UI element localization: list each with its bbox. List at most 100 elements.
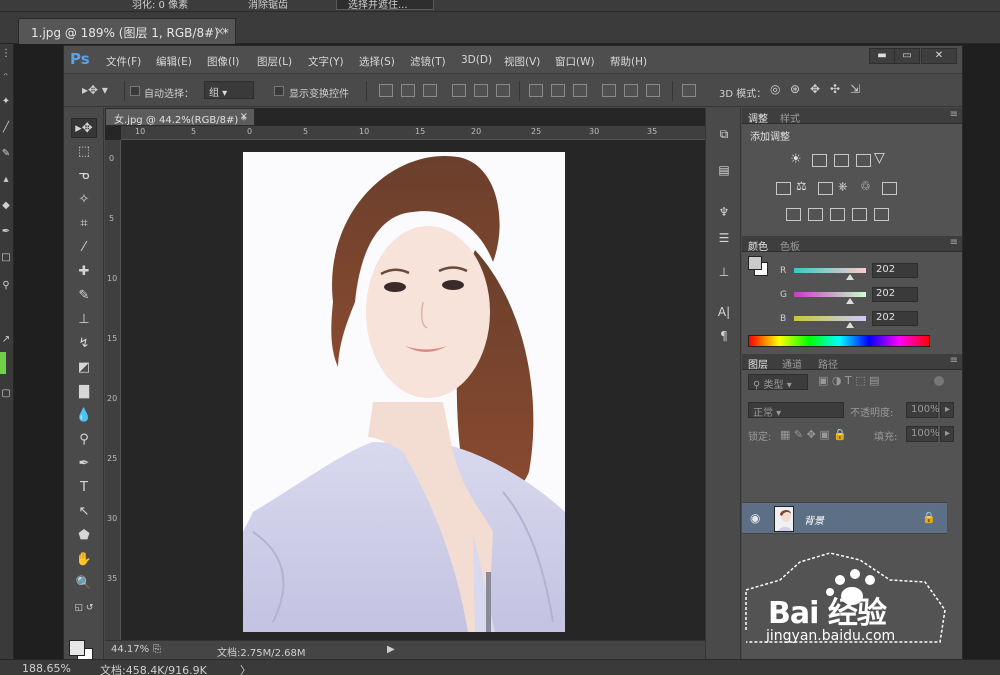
opacity-input[interactable]: 100% [906, 402, 940, 418]
crop-tool-icon[interactable]: ╱ [0, 122, 12, 133]
quick-mask-icon[interactable]: ▢ [0, 388, 12, 399]
marquee-tool-icon[interactable]: ⬚ [71, 142, 97, 162]
maximize-button[interactable]: ▭ [894, 48, 920, 64]
status-menu-arrow-icon[interactable]: ▶ [387, 644, 395, 655]
shape-tool-icon[interactable]: ⬟ [71, 526, 97, 546]
minimize-button[interactable]: ▬ [869, 48, 895, 64]
blur-tool-icon[interactable]: 💧 [71, 406, 97, 426]
align-bottom-icon[interactable] [423, 84, 437, 97]
3d-pan-icon[interactable]: ✥ [810, 82, 820, 96]
menu-edit[interactable]: 编辑(E) [156, 54, 192, 69]
layer-name[interactable]: 背景 [804, 512, 824, 527]
stamp-tool-icon[interactable]: ▴ [0, 174, 12, 185]
zoom-tool-icon[interactable]: ⚲ [0, 280, 12, 291]
selective-color-icon[interactable] [874, 208, 889, 221]
swap-colors-icon[interactable]: ↗ [0, 334, 12, 345]
healing-brush-icon[interactable]: ✚ [71, 262, 97, 282]
black-white-icon[interactable] [818, 182, 833, 195]
red-slider[interactable] [794, 268, 866, 273]
hand-tool-icon[interactable]: ✋ [71, 550, 97, 570]
hue-saturation-icon[interactable] [776, 182, 791, 195]
show-transform-checkbox[interactable] [274, 86, 284, 96]
3d-roll-icon[interactable]: ⊛ [790, 82, 800, 96]
blue-slider-knob[interactable] [846, 322, 854, 328]
layer-filter-icons[interactable]: ▣ ◑ T ⬚ ▤ [818, 374, 879, 387]
menu-window[interactable]: 窗口(W) [555, 54, 595, 69]
brush-tool-icon[interactable]: ✎ [0, 148, 12, 159]
zoom-tool-icon[interactable]: 🔍 [71, 574, 97, 594]
filter-toggle-icon[interactable] [934, 376, 944, 386]
lasso-tool-icon[interactable]: ᓀ [71, 166, 97, 186]
foreground-color-swatch[interactable] [69, 640, 85, 656]
eraser-tool-icon[interactable]: ◆ [0, 200, 12, 211]
actions-panel-icon[interactable]: ▤ [714, 160, 734, 180]
3d-orbit-icon[interactable]: ◎ [770, 82, 780, 96]
path-select-tool-icon[interactable]: ↖ [71, 502, 97, 522]
curves-icon[interactable] [834, 154, 849, 167]
menu-3d[interactable]: 3D(D) [461, 54, 492, 66]
color-balance-icon[interactable]: ⚖ [796, 179, 807, 193]
align-hcenter-icon[interactable] [474, 84, 488, 97]
lasso-tool-icon[interactable]: ᵔ [0, 72, 12, 83]
tab-swatches[interactable]: 色板 [780, 238, 800, 253]
vibrance-icon[interactable]: ▽ [874, 150, 885, 166]
red-slider-knob[interactable] [846, 274, 854, 280]
threshold-icon[interactable] [830, 208, 845, 221]
close-icon[interactable]: × [215, 24, 225, 38]
tab-styles[interactable]: 样式 [780, 110, 800, 125]
type-tool-icon[interactable]: T [71, 478, 97, 498]
color-spectrum-ramp[interactable] [748, 335, 930, 347]
image-canvas[interactable] [243, 152, 565, 632]
gradient-map-icon[interactable] [852, 208, 867, 221]
red-value-input[interactable]: 202 [872, 263, 918, 278]
menu-layer[interactable]: 图层(L) [257, 54, 292, 69]
outer-zoom-level[interactable]: 188.65% [22, 662, 71, 675]
history-brush-icon[interactable]: ↯ [71, 334, 97, 354]
menu-filter[interactable]: 滤镜(T) [410, 54, 446, 69]
clone-source-icon[interactable]: ⊥ [714, 262, 734, 282]
history-panel-icon[interactable]: ⧉ [714, 124, 734, 144]
lock-icons[interactable]: ▦ ✎ ✥ ▣ 🔒 [780, 428, 847, 441]
align-vcenter-icon[interactable] [401, 84, 415, 97]
green-slider-knob[interactable] [846, 298, 854, 304]
document-tab[interactable]: 女.jpg @ 44.2%(RGB/8#) * × [105, 108, 255, 126]
color-lookup-icon[interactable] [882, 182, 897, 195]
stamp-tool-icon[interactable]: ⊥ [71, 310, 97, 330]
distribute-hcenter-icon[interactable] [624, 84, 638, 97]
paragraph-panel-icon[interactable]: ¶ [714, 326, 734, 346]
panel-menu-icon[interactable]: ≡ [950, 109, 958, 120]
menu-help[interactable]: 帮助(H) [610, 54, 647, 69]
dodge-tool-icon[interactable]: ⚲ [71, 430, 97, 450]
fill-input[interactable]: 100% [906, 426, 940, 442]
menu-image[interactable]: 图像(I) [207, 54, 239, 69]
distribute-left-icon[interactable] [602, 84, 616, 97]
brightness-icon[interactable]: ☀ [790, 152, 802, 167]
photo-filter-icon[interactable]: ⎈ [838, 179, 848, 194]
align-top-icon[interactable] [379, 84, 393, 97]
tab-layers[interactable]: 图层 [748, 356, 768, 371]
blue-value-input[interactable]: 202 [872, 311, 918, 326]
brush-presets-icon[interactable]: ♆ [714, 202, 734, 222]
channel-mixer-icon[interactable]: ♲ [860, 179, 871, 193]
align-left-icon[interactable] [452, 84, 466, 97]
opacity-dropdown-arrow-icon[interactable]: ▸ [940, 402, 954, 418]
chevron-right-icon[interactable]: 〉 [240, 662, 251, 675]
auto-align-icon[interactable] [682, 84, 696, 97]
tab-channels[interactable]: 通道 [782, 356, 802, 371]
distribute-top-icon[interactable] [529, 84, 543, 97]
auto-select-checkbox[interactable] [130, 86, 140, 96]
tab-adjustments[interactable]: 调整 [748, 110, 768, 125]
tab-color[interactable]: 颜色 [748, 238, 768, 253]
menu-view[interactable]: 视图(V) [504, 54, 540, 69]
levels-icon[interactable] [812, 154, 827, 167]
invert-icon[interactable] [786, 208, 801, 221]
foreground-color-swatch[interactable] [0, 352, 6, 374]
align-right-icon[interactable] [496, 84, 510, 97]
foreground-color-swatch[interactable] [748, 256, 762, 270]
pen-tool-icon[interactable]: ✒ [71, 454, 97, 474]
panel-menu-icon[interactable]: ≡ [950, 355, 958, 366]
3d-scale-icon[interactable]: ⇲ [850, 82, 860, 96]
layer-filter-dropdown[interactable]: ⚲ 类型 ▾ [748, 374, 808, 391]
export-icon[interactable]: ⎘ [153, 644, 161, 655]
outer-document-tab[interactable]: 1.jpg @ 189% (图层 1, RGB/8#) * × [18, 18, 236, 44]
